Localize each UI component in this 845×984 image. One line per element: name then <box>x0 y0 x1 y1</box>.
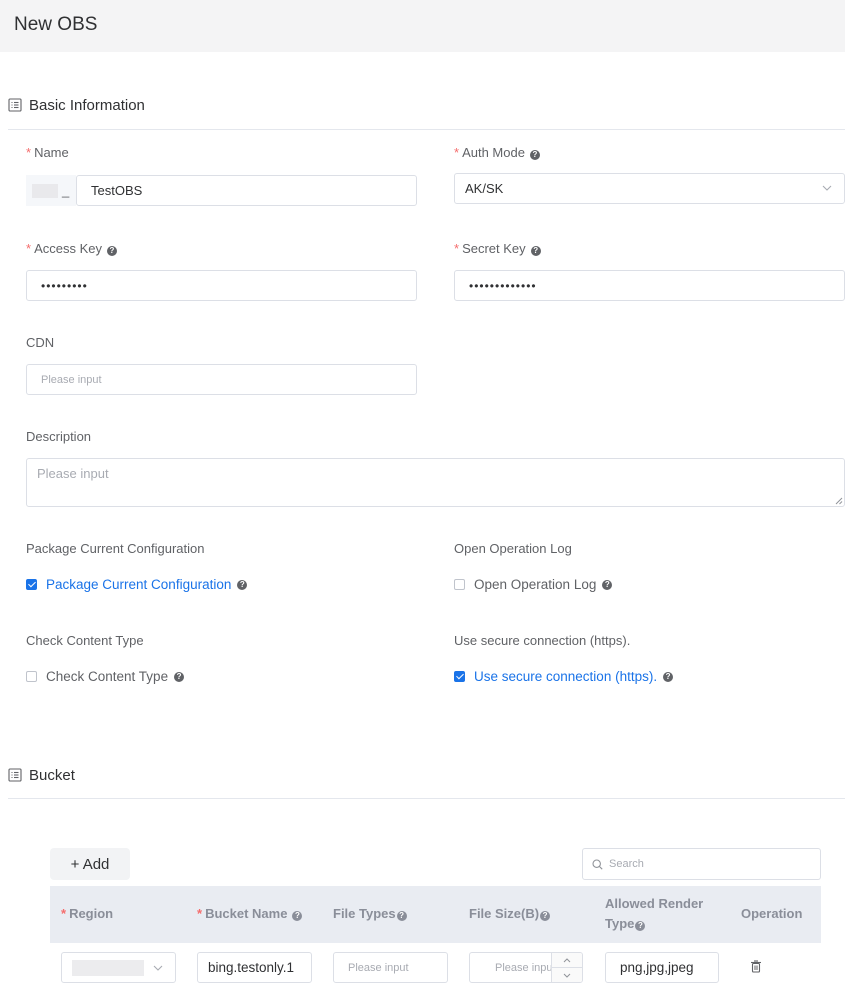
access-key-label: * Access Key? <box>26 241 117 256</box>
bucket-search-input[interactable]: Search <box>582 848 821 880</box>
chevron-up-icon <box>563 957 571 962</box>
operation-log-label: Open Operation Log <box>454 541 572 556</box>
access-key-input[interactable]: ••••••••• <box>26 270 417 301</box>
region-select[interactable] <box>61 952 176 983</box>
question-circle-icon[interactable]: ? <box>602 579 613 590</box>
required-mark: * <box>26 145 32 160</box>
column-allowed-render-type: Allowed Render Type? <box>605 896 704 931</box>
question-circle-icon[interactable]: ? <box>530 246 541 256</box>
question-circle-icon[interactable]: ? <box>635 921 646 931</box>
chevron-down-icon <box>822 185 832 191</box>
add-bucket-button[interactable]: + Add <box>50 848 130 880</box>
name-input[interactable]: TestOBS <box>76 175 417 206</box>
question-circle-icon[interactable]: ? <box>292 911 303 921</box>
name-prefix: _ <box>26 175 76 206</box>
column-file-size: File Size(B)? <box>469 904 551 924</box>
cdn-label: CDN <box>26 335 55 350</box>
check-content-type-checkbox[interactable]: Check Content Type ? <box>26 669 185 684</box>
search-icon <box>592 858 603 870</box>
bucket-heading: Bucket <box>8 764 75 786</box>
redacted-prefix <box>32 183 58 198</box>
list-icon <box>8 98 22 112</box>
required-mark: * <box>454 145 460 160</box>
bucket-title: Bucket <box>29 766 75 784</box>
stepper-controls <box>551 953 582 982</box>
column-region: * Region <box>61 906 114 921</box>
question-circle-icon[interactable]: ? <box>529 150 540 160</box>
column-file-types: File Types? <box>333 904 407 924</box>
description-textarea[interactable]: Please input <box>26 458 845 507</box>
package-config-label: Package Current Configuration <box>26 541 205 556</box>
question-circle-icon[interactable]: ? <box>663 671 674 682</box>
trash-icon[interactable] <box>750 960 762 973</box>
secure-connection-label: Use secure connection (https). <box>454 633 631 648</box>
basic-info-heading: Basic Information <box>8 94 145 116</box>
package-config-checkbox[interactable]: Package Current Configuration ? <box>26 577 248 592</box>
section-divider <box>8 129 845 130</box>
checkbox-unchecked-icon <box>454 579 465 590</box>
allowed-render-type-input[interactable]: png,jpg,jpeg <box>605 952 719 983</box>
operation-log-checkbox[interactable]: Open Operation Log ? <box>454 577 613 592</box>
checkbox-unchecked-icon <box>26 671 37 682</box>
cdn-input[interactable]: Please input <box>26 364 417 395</box>
required-mark: * <box>26 241 32 256</box>
auth-mode-label: * Auth Mode? <box>454 145 540 160</box>
decrement-button[interactable] <box>552 967 582 982</box>
bucket-name-input[interactable]: bing.testonly.1 <box>197 952 312 983</box>
chevron-down-icon <box>563 973 571 978</box>
column-bucket-name: * Bucket Name? <box>197 904 303 924</box>
bucket-table-header <box>50 886 821 943</box>
basic-info-title: Basic Information <box>29 96 145 114</box>
question-circle-icon[interactable]: ? <box>540 911 551 921</box>
redacted-region <box>72 959 144 976</box>
description-label: Description <box>26 429 92 444</box>
increment-button[interactable] <box>552 953 582 967</box>
column-operation: Operation <box>741 906 803 921</box>
secret-key-input[interactable]: ••••••••••••• <box>454 270 845 301</box>
check-content-type-label: Check Content Type <box>26 633 144 648</box>
page-title: New OBS <box>14 14 98 35</box>
question-circle-icon[interactable]: ? <box>237 579 248 590</box>
checkbox-checked-icon <box>26 579 37 590</box>
required-mark: * <box>454 241 460 256</box>
checkbox-checked-icon <box>454 671 465 682</box>
resize-handle-icon[interactable] <box>835 497 843 505</box>
secret-key-label: * Secret Key? <box>454 241 541 256</box>
file-size-stepper[interactable]: Please input <box>469 952 583 983</box>
question-circle-icon[interactable]: ? <box>174 671 185 682</box>
section-divider <box>8 798 845 799</box>
page-header: New OBS <box>0 0 845 52</box>
question-circle-icon[interactable]: ? <box>396 911 407 921</box>
secure-connection-checkbox[interactable]: Use secure connection (https). ? <box>454 669 674 684</box>
chevron-down-icon <box>153 965 163 971</box>
question-circle-icon[interactable]: ? <box>106 246 117 256</box>
auth-mode-select[interactable]: AK/SK <box>454 173 845 204</box>
name-prefix-text: _ <box>62 183 70 198</box>
file-types-input[interactable]: Please input <box>333 952 448 983</box>
list-icon <box>8 768 22 782</box>
name-label: * Name <box>26 145 69 160</box>
